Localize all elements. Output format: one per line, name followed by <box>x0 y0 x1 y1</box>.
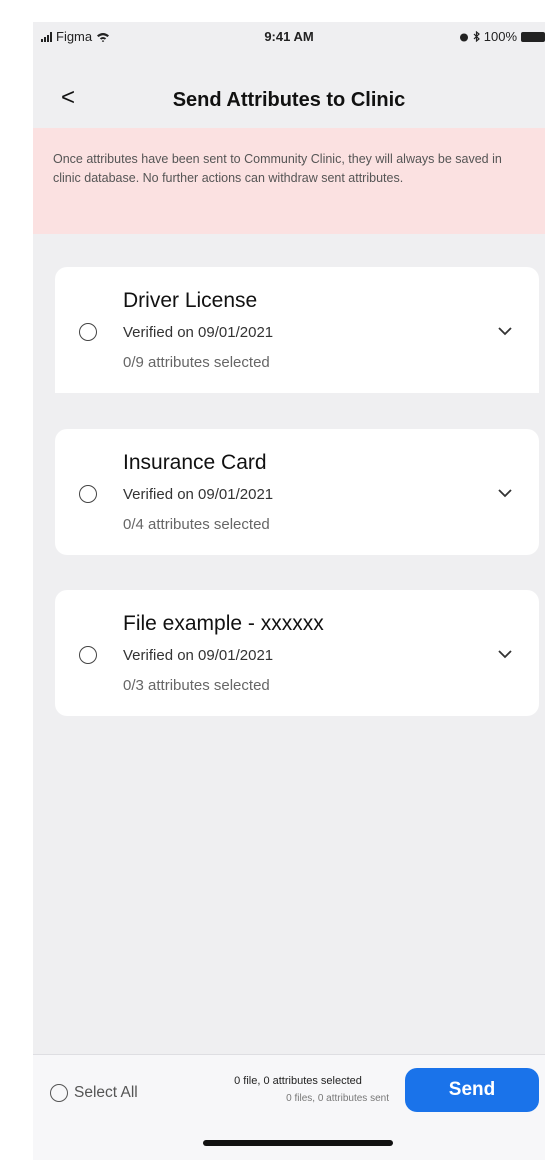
status-bar: Figma 9:41 AM 100% <box>33 22 545 50</box>
document-attribute-count: 0/4 attributes selected <box>123 516 270 533</box>
battery-label: 100% <box>483 29 517 44</box>
document-card[interactable]: File example - xxxxxx Verified on 09/01/… <box>55 590 539 716</box>
status-right: 100% <box>459 29 545 44</box>
warning-text: Once attributes have been sent to Commun… <box>53 152 502 185</box>
page-title: Send Attributes to Clinic <box>172 89 406 111</box>
document-radio[interactable] <box>79 485 97 503</box>
document-verified-date: Verified on 09/01/2021 <box>123 647 274 664</box>
document-title: Insurance Card <box>123 451 267 474</box>
phone-screen: Figma 9:41 AM 100% < Send Attributes to … <box>33 22 545 1160</box>
document-attribute-count: 0/9 attributes selected <box>123 354 270 371</box>
send-button[interactable]: Send <box>405 1068 539 1112</box>
document-verified-date: Verified on 09/01/2021 <box>123 324 274 341</box>
document-title: File example - xxxxxx <box>123 612 324 635</box>
selected-summary: 0 file, 0 attributes selected <box>234 1075 362 1087</box>
select-all-radio[interactable] <box>50 1084 68 1102</box>
document-verified-date: Verified on 09/01/2021 <box>123 486 274 503</box>
chevron-down-icon[interactable] <box>497 648 513 660</box>
document-radio[interactable] <box>79 646 97 664</box>
nav-bar: < Send Attributes to Clinic <box>33 78 545 122</box>
alarm-icon <box>459 33 468 41</box>
sent-summary: 0 files, 0 attributes sent <box>286 1093 389 1104</box>
battery-icon <box>521 31 545 42</box>
chevron-down-icon[interactable] <box>497 325 513 337</box>
document-card[interactable]: Driver License Verified on 09/01/2021 0/… <box>55 267 539 393</box>
chevron-down-icon[interactable] <box>497 487 513 499</box>
select-all-label[interactable]: Select All <box>74 1084 138 1102</box>
home-indicator <box>203 1140 393 1146</box>
warning-banner: Once attributes have been sent to Commun… <box>33 128 545 234</box>
document-radio[interactable] <box>79 323 97 341</box>
document-card[interactable]: Insurance Card Verified on 09/01/2021 0/… <box>55 429 539 555</box>
document-title: Driver License <box>123 289 258 312</box>
bluetooth-icon <box>473 31 480 42</box>
document-attribute-count: 0/3 attributes selected <box>123 677 270 694</box>
